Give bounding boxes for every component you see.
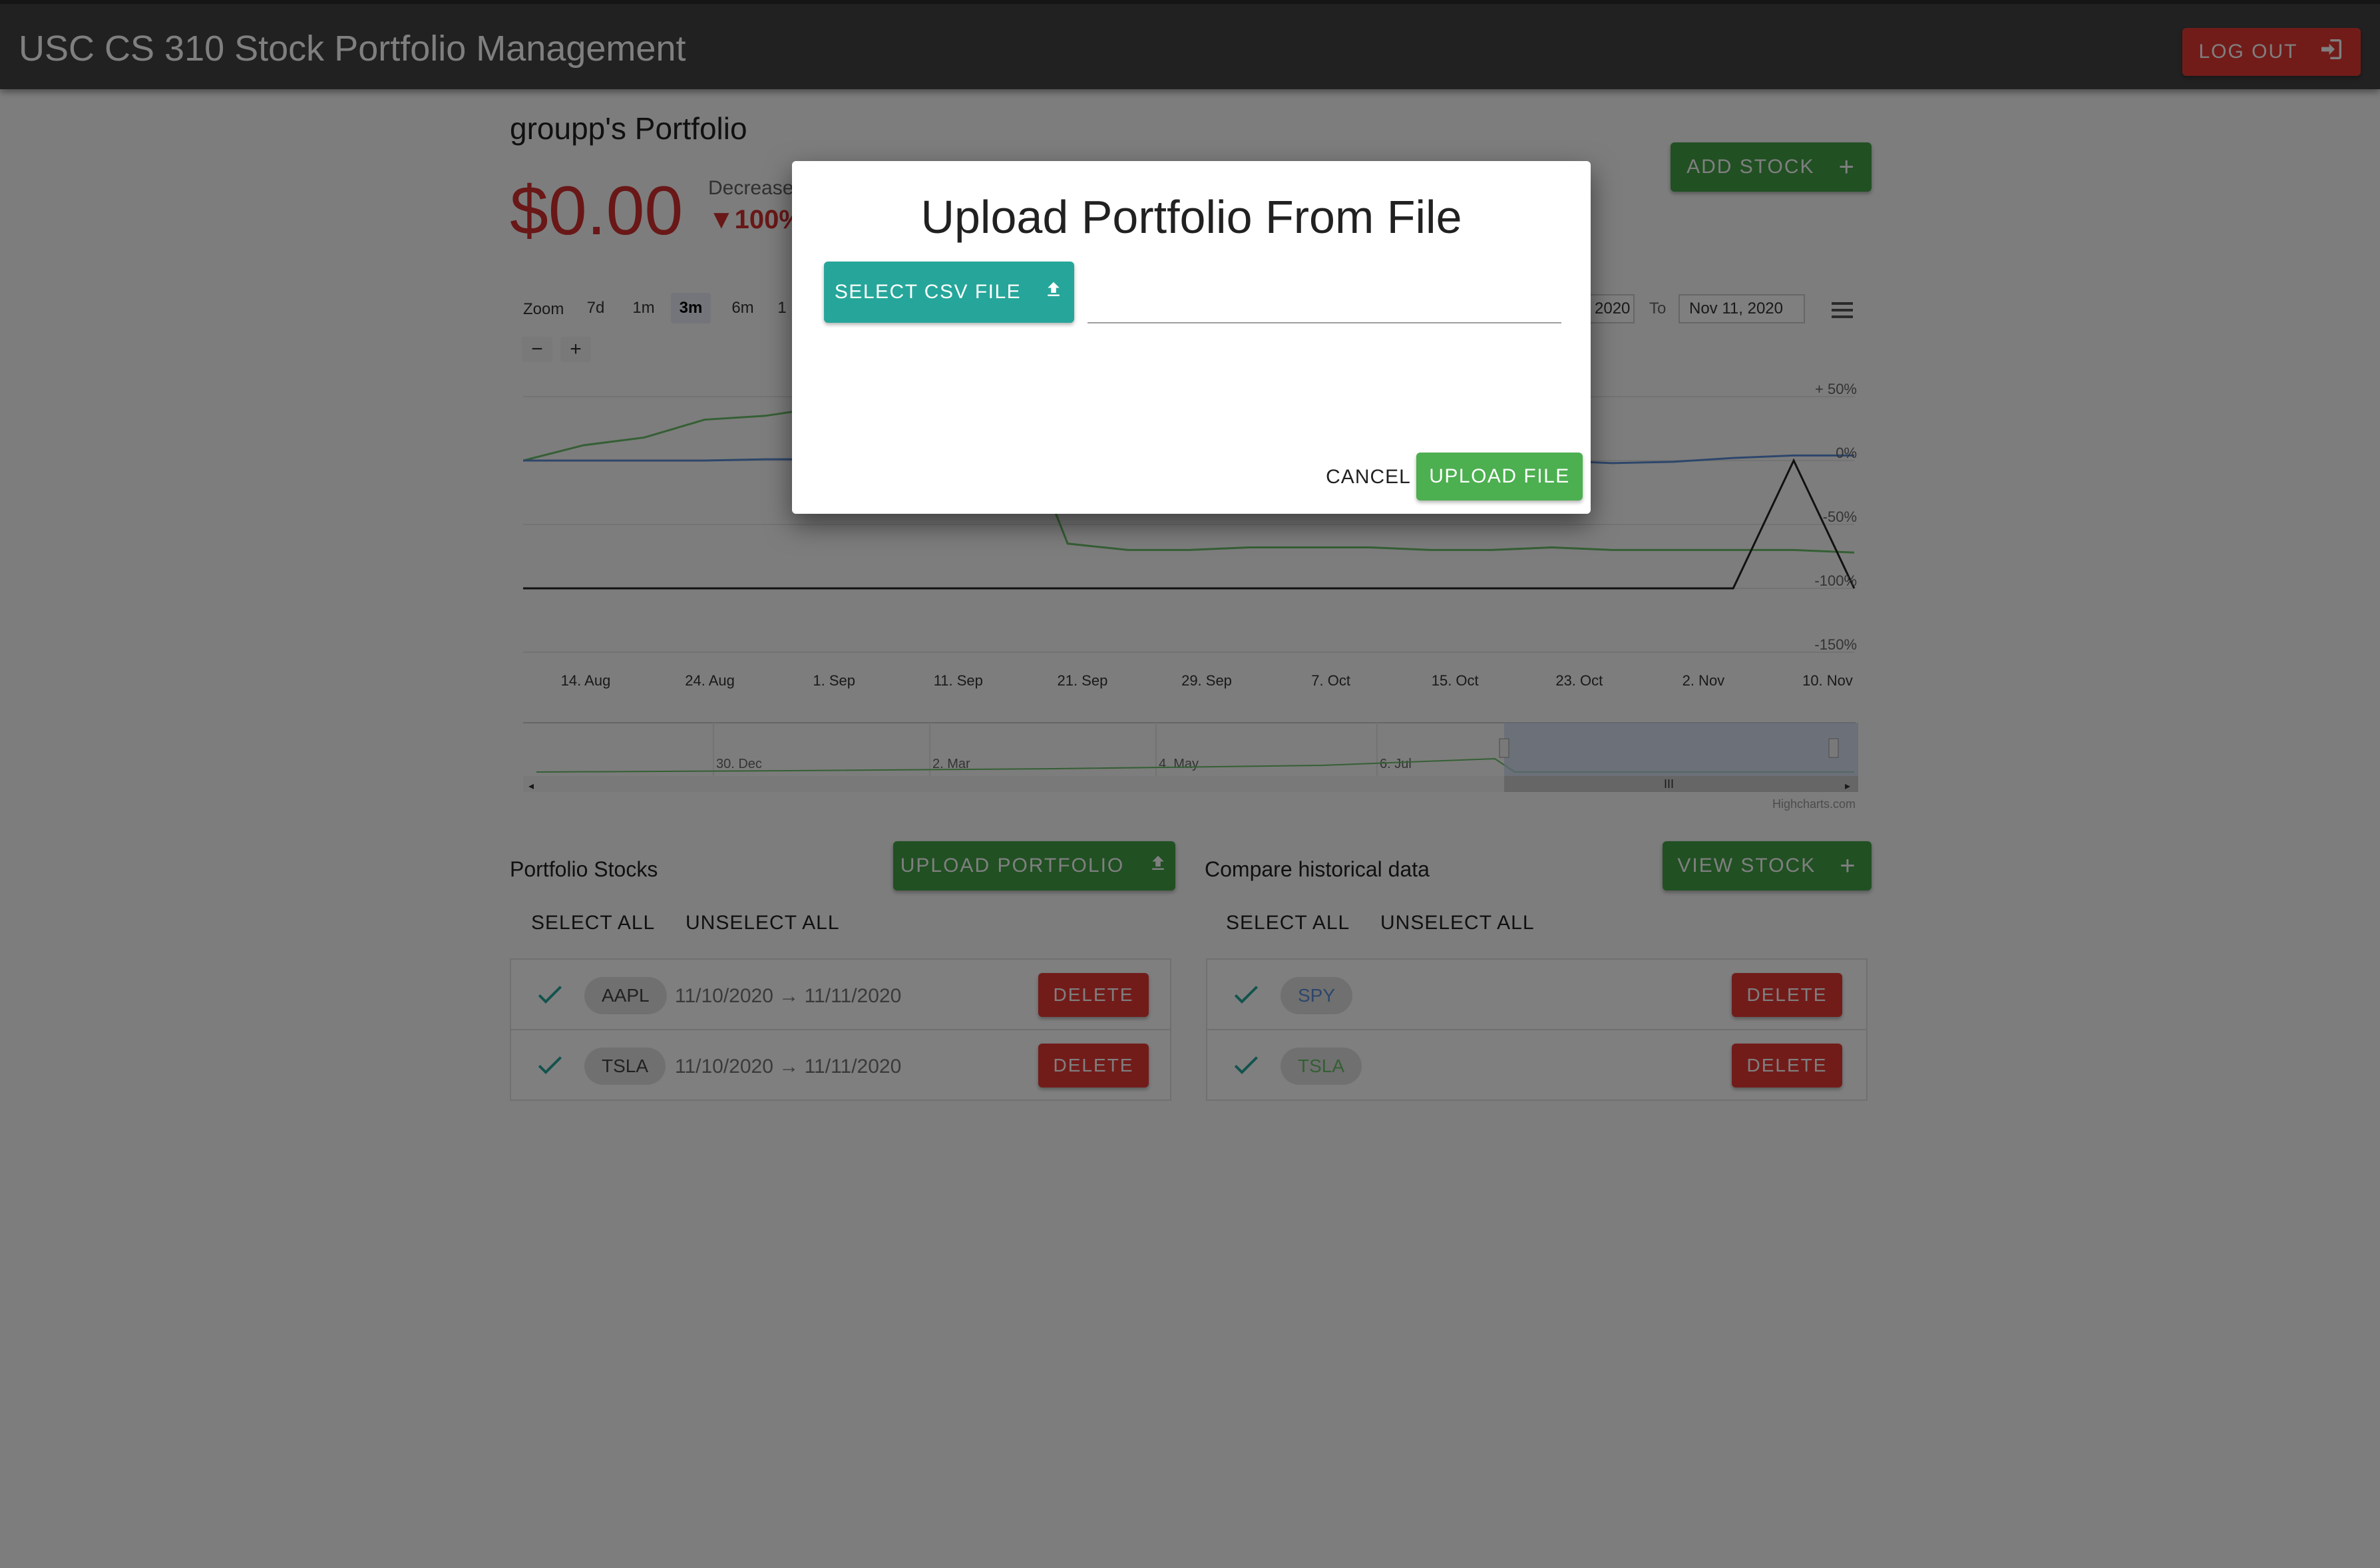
cancel-button[interactable]: CANCEL (1302, 454, 1435, 500)
upload-dialog: Upload Portfolio From File SELECT CSV FI… (792, 161, 1591, 514)
file-name-field[interactable] (1088, 274, 1561, 323)
upload-icon (1044, 280, 1064, 305)
select-csv-label: SELECT CSV FILE (834, 281, 1022, 303)
select-csv-button[interactable]: SELECT CSV FILE (824, 262, 1074, 323)
upload-file-button[interactable]: UPLOAD FILE (1416, 453, 1583, 500)
dialog-title: Upload Portfolio From File (920, 191, 1462, 243)
